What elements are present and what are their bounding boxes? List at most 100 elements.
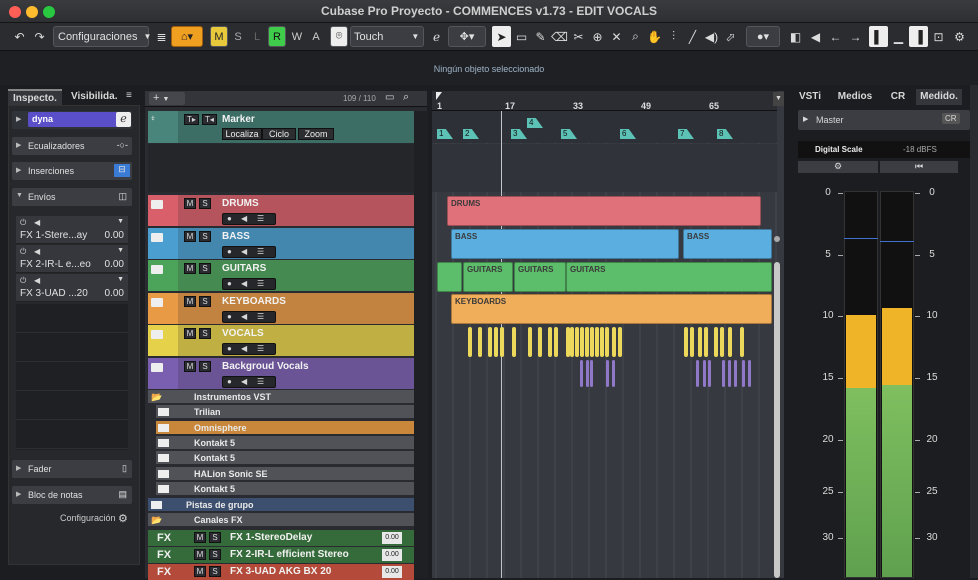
vocal-event[interactable] bbox=[494, 327, 498, 357]
solo-button[interactable]: S bbox=[209, 566, 221, 577]
mute-button[interactable]: M bbox=[194, 532, 206, 543]
track-row[interactable]: M S KEYBOARDS ● ◀ ☰ bbox=[148, 293, 414, 324]
marker-time-icon[interactable]: T◂ bbox=[202, 114, 217, 125]
power-icon[interactable]: ⏻ bbox=[20, 218, 26, 228]
gear-icon[interactable]: ⚙ bbox=[950, 26, 969, 47]
inspector-notepad-section[interactable]: Bloc de notas ▤ bbox=[12, 486, 132, 504]
arrow-right-icon[interactable]: → bbox=[846, 26, 865, 47]
layout-icon[interactable]: ⊡ bbox=[929, 26, 948, 47]
mode-m-button[interactable]: M bbox=[210, 26, 228, 47]
edit-link-icon[interactable]: ℯ bbox=[427, 26, 446, 47]
zoom-tool-icon[interactable]: ⌕ bbox=[626, 26, 645, 47]
mode-a-button[interactable]: A bbox=[308, 26, 324, 47]
inserts-bypass-icon[interactable]: ⊟ bbox=[114, 164, 130, 177]
vocal-event[interactable] bbox=[590, 327, 594, 357]
snap-dropdown[interactable]: ✥▾ bbox=[448, 26, 486, 47]
send-slot[interactable]: ⏻ ◀ ▼ FX 1-Stere...ay 0.00 bbox=[16, 216, 128, 244]
sends-bypass-icon[interactable]: ◫ bbox=[118, 191, 127, 202]
color-tool-icon[interactable]: ⬀ bbox=[721, 26, 740, 47]
send-slot[interactable]: ⏻ ◀ ▼ FX 3-UAD ...20 0.00 bbox=[16, 274, 128, 302]
inspector-inserts-section[interactable]: Inserciones ⊟ bbox=[12, 162, 132, 180]
locate-button[interactable]: Localiza bbox=[222, 128, 262, 140]
solo-button[interactable]: S bbox=[209, 549, 221, 560]
vocal-event[interactable] bbox=[600, 327, 604, 357]
show-right-zone-icon[interactable]: ▐ bbox=[909, 26, 928, 47]
guitars-event[interactable] bbox=[437, 262, 462, 292]
mute-button[interactable]: M bbox=[184, 296, 196, 307]
send-value[interactable]: 0.00 bbox=[105, 259, 124, 270]
guitars-event[interactable]: GUITARS bbox=[514, 262, 566, 292]
draw-tool-icon[interactable]: ✎ bbox=[531, 26, 550, 47]
vocal-event[interactable] bbox=[575, 327, 579, 357]
vocal-event[interactable] bbox=[684, 327, 688, 357]
mute-button[interactable]: M bbox=[184, 198, 196, 209]
gear-icon[interactable]: ⚙ bbox=[118, 512, 128, 525]
monitor-icon[interactable]: ◀ bbox=[241, 344, 247, 353]
track-controls[interactable]: ● ◀ ☰ bbox=[222, 213, 276, 225]
fx-volume-value[interactable]: 0.00 bbox=[382, 566, 402, 578]
backing-vocal-event[interactable] bbox=[590, 360, 593, 387]
vocal-event[interactable] bbox=[728, 327, 732, 357]
keyboards-event[interactable]: KEYBOARDS bbox=[451, 294, 772, 324]
speaker-icon[interactable]: ◀ bbox=[34, 276, 40, 285]
meter-settings-button[interactable]: ⚙ bbox=[798, 161, 878, 173]
fx-volume-value[interactable]: 0.00 bbox=[382, 532, 402, 544]
redo-icon[interactable]: ↷ bbox=[30, 26, 49, 47]
backing-vocal-event[interactable] bbox=[606, 360, 609, 387]
add-track-button[interactable]: + ▼ bbox=[149, 92, 185, 105]
split-tool-icon[interactable]: ✂ bbox=[569, 26, 588, 47]
solo-button[interactable]: S bbox=[199, 328, 211, 339]
group-folder-track[interactable]: Pistas de grupo bbox=[148, 498, 414, 512]
monitor-icon[interactable]: ◀ bbox=[241, 377, 247, 386]
comp-tool-icon[interactable]: ⫶ bbox=[664, 26, 683, 47]
solo-button[interactable]: S bbox=[209, 532, 221, 543]
vocal-event[interactable] bbox=[714, 327, 718, 357]
inspector-fader-section[interactable]: Fader ▯ bbox=[12, 460, 132, 478]
track-row[interactable]: M S Backgroud Vocals ● ◀ ☰ bbox=[148, 358, 414, 389]
monitor-icon[interactable]: ◀ bbox=[241, 247, 247, 256]
color-dropdown[interactable]: ●▾ bbox=[746, 26, 780, 47]
monitor-icon[interactable]: ◀ bbox=[241, 312, 247, 321]
vocal-event[interactable] bbox=[468, 327, 472, 357]
record-icon[interactable]: ● bbox=[227, 344, 232, 353]
track-row[interactable]: M S GUITARS ● ◀ ☰ bbox=[148, 260, 414, 291]
backing-vocal-event[interactable] bbox=[722, 360, 725, 387]
cr-button[interactable]: CR bbox=[942, 113, 960, 124]
show-left-zone-icon[interactable]: ▌ bbox=[869, 26, 888, 47]
config-dropdown[interactable]: Configuraciones ▼ bbox=[53, 26, 151, 47]
mute-button[interactable]: M bbox=[184, 361, 196, 372]
inspector-track-section[interactable]: dyna ℯ bbox=[12, 111, 132, 129]
right-zone-tab[interactable]: Medido. bbox=[916, 89, 962, 105]
edit-channel-icon[interactable]: ☰ bbox=[257, 247, 264, 256]
vocal-event[interactable] bbox=[698, 327, 702, 357]
send-value[interactable]: 0.00 bbox=[105, 288, 124, 299]
track-row[interactable]: M S VOCALS ● ◀ ☰ bbox=[148, 325, 414, 356]
vocal-event[interactable] bbox=[690, 327, 694, 357]
backing-vocal-event[interactable] bbox=[696, 360, 699, 387]
edit-channel-icon[interactable]: ☰ bbox=[257, 312, 264, 321]
search-icon[interactable]: ⌕ bbox=[403, 91, 409, 104]
vocal-event[interactable] bbox=[585, 327, 589, 357]
backing-vocal-event[interactable] bbox=[612, 360, 615, 387]
fx-volume-value[interactable]: 0.00 bbox=[382, 549, 402, 561]
edit-channel-icon[interactable]: ☰ bbox=[257, 377, 264, 386]
solo-button[interactable]: S bbox=[199, 296, 211, 307]
show-lower-zone-icon[interactable]: ▁ bbox=[889, 26, 908, 47]
send-value[interactable]: 0.00 bbox=[105, 230, 124, 241]
backing-vocal-event[interactable] bbox=[734, 360, 737, 387]
record-icon[interactable]: ● bbox=[227, 214, 232, 223]
instrument-track[interactable]: Kontakt 5 bbox=[156, 451, 414, 465]
power-icon[interactable]: ⏻ bbox=[20, 247, 26, 257]
inspector-sends-section[interactable]: Envíos ◫ bbox=[12, 188, 132, 206]
instrument-track[interactable]: Trilian bbox=[156, 405, 414, 419]
solo-button[interactable]: S bbox=[199, 198, 211, 209]
mute-button[interactable]: M bbox=[184, 263, 196, 274]
guitars-event[interactable]: GUITARS bbox=[463, 262, 513, 292]
tab-inspector[interactable]: Inspecto. bbox=[8, 89, 62, 105]
send-slot[interactable]: ⏻ ◀ ▼ FX 2-IR-L e...eo 0.00 bbox=[16, 245, 128, 273]
erase-tool-icon[interactable]: ⌫ bbox=[550, 26, 569, 47]
track-list-splitter[interactable] bbox=[414, 111, 428, 578]
list-icon[interactable]: ≣ bbox=[152, 26, 171, 47]
mode-s-button[interactable]: S bbox=[230, 26, 246, 47]
speaker-icon[interactable]: ◀ bbox=[34, 247, 40, 256]
